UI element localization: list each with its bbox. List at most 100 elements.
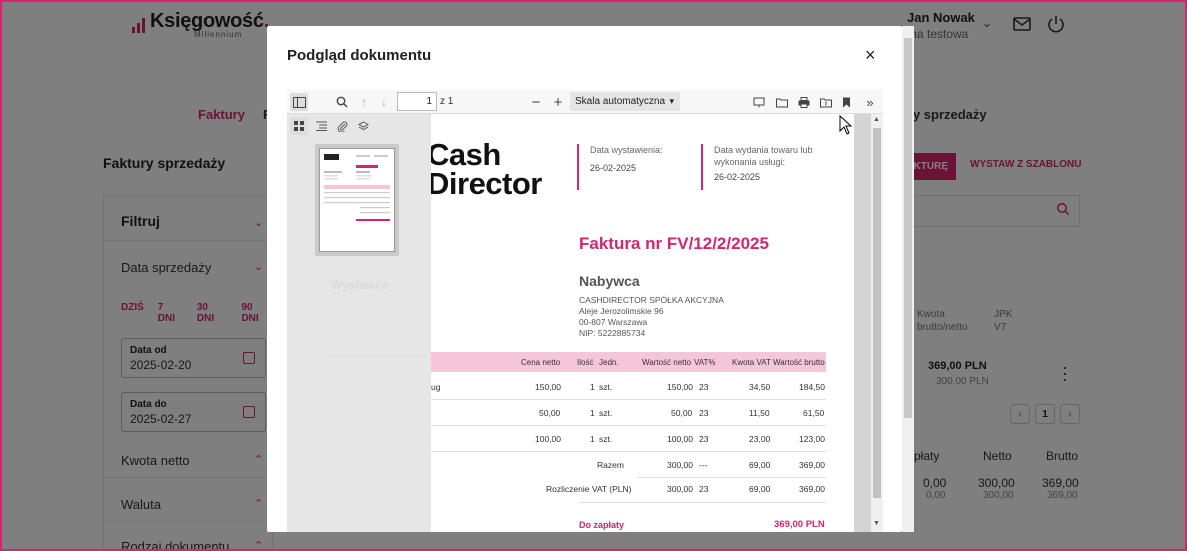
modal-title: Podgląd dokumentu — [287, 47, 432, 64]
buyer-line: CASHDIRECTOR SPÓŁKA AKCYJNA — [579, 295, 724, 305]
total-vat-rate: --- — [699, 460, 708, 470]
row-1-vat: 23 — [699, 382, 709, 392]
layers-tab[interactable] — [354, 117, 372, 135]
row-divider — [431, 451, 826, 452]
prev-page-button[interactable]: ↑ — [355, 93, 373, 111]
scrollbar-thumb[interactable] — [873, 128, 881, 498]
delivery-date-block: Data wydania towaru lub wykonania usługi… — [701, 144, 813, 190]
page-number-input[interactable]: 1 — [397, 92, 437, 111]
mouse-cursor-icon — [839, 115, 853, 135]
row-2-gross: 61,50 — [803, 408, 825, 418]
sidebar-tabs — [287, 114, 431, 138]
search-icon — [336, 96, 348, 108]
row-1-gross: 184,50 — [799, 382, 825, 392]
row-divider — [579, 502, 826, 503]
items-table-header: Cena netto Ilość Jedn. Wartość netto VAT… — [431, 352, 826, 372]
amount-due-label: Do zapłaty — [579, 520, 625, 530]
row-1-name: ug — [431, 382, 441, 392]
bookmark-button[interactable] — [837, 93, 855, 111]
vat-settlement-net: 300,00 — [667, 484, 693, 494]
th-net: Wartość netto — [642, 358, 692, 367]
row-divider — [637, 477, 826, 478]
total-vat-amount: 69,00 — [749, 460, 771, 470]
document-page: Cash Director Data wystawienia: 26-02-20… — [431, 114, 854, 532]
find-button[interactable] — [333, 93, 351, 111]
screen-frame: Księgowość. Millennium Jan Nowak ma test… — [0, 0, 1187, 551]
attachments-tab[interactable] — [333, 117, 351, 135]
th-qty: Ilość — [577, 358, 594, 367]
issue-date-block: Data wystawienia: 26-02-2025 — [577, 144, 663, 190]
row-2-unit: szt. — [599, 408, 613, 418]
delivery-date-label-1: Data wydania towaru lub — [714, 145, 813, 155]
th-vat: VAT% — [694, 358, 716, 367]
open-file-button[interactable] — [773, 93, 791, 111]
thumbnails-tab[interactable] — [290, 117, 308, 135]
scroll-up-icon[interactable]: ▲ — [873, 116, 880, 123]
layers-icon — [357, 120, 369, 130]
vat-settlement-rate: 23 — [699, 484, 709, 494]
download-button[interactable] — [817, 93, 835, 111]
zoom-value: Skala automatyczna — [575, 96, 666, 107]
row-divider — [431, 399, 826, 400]
vat-settlement-gross: 369,00 — [799, 484, 825, 494]
issue-date-label: Data wystawienia: — [590, 145, 663, 155]
bookmark-icon — [842, 97, 850, 107]
row-3-vat: 23 — [699, 434, 709, 444]
th-price: Cena netto — [521, 358, 561, 367]
modal-scrollbar-thumb[interactable] — [904, 38, 912, 418]
row-2-vat: 23 — [699, 408, 709, 418]
row-2-price: 50,00 — [539, 408, 561, 418]
buyer-line: 00-807 Warszawa — [579, 317, 648, 327]
row-1-unit: szt. — [599, 382, 613, 392]
delivery-date-value: 26-02-2025 — [714, 172, 761, 182]
pdf-sidebar: Wystawca — [287, 114, 431, 532]
total-gross: 369,00 — [799, 460, 825, 470]
ghost-line — [327, 356, 427, 357]
save-icon — [820, 98, 832, 107]
tools-menu-button[interactable]: » — [861, 93, 879, 111]
next-page-button[interactable]: ↓ — [375, 93, 393, 111]
document-preview-modal: Podgląd dokumentu × ↑ ↓ 1 z 1 − + Skala … — [267, 26, 902, 532]
print-icon — [798, 96, 810, 108]
row-1-qty: 1 — [590, 382, 595, 392]
list-icon — [315, 121, 327, 131]
print-button[interactable] — [795, 93, 813, 111]
zoom-in-button[interactable]: + — [549, 93, 567, 111]
logo-line1: Cash — [431, 137, 501, 172]
th-unit: Jedn. — [599, 358, 619, 367]
presentation-mode-button[interactable] — [750, 93, 768, 111]
zoom-select[interactable]: Skala automatyczna ▾ — [570, 92, 680, 111]
row-3-vat-amount: 23,00 — [749, 434, 771, 444]
modal-scrollbar[interactable] — [902, 26, 914, 532]
outline-tab[interactable] — [312, 117, 330, 135]
cashdirector-logo: Cash Director — [431, 137, 542, 201]
invoice-title: Faktura nr FV/12/2/2025 — [579, 234, 769, 253]
pdf-viewer: ↑ ↓ 1 z 1 − + Skala automatyczna ▾ » Wys… — [287, 90, 883, 532]
row-3-qty: 1 — [590, 434, 595, 444]
logo-line2: Director — [431, 166, 542, 201]
buyer-header: Nabywca — [579, 273, 640, 289]
row-1-vat-amount: 34,50 — [749, 382, 771, 392]
page-thumbnail[interactable] — [315, 144, 399, 256]
zoom-out-button[interactable]: − — [527, 93, 545, 111]
row-2-vat-amount: 11,50 — [749, 408, 770, 418]
amount-due-value: 369,00 PLN — [774, 519, 825, 530]
buyer-line: Aleje Jerozolimskie 96 — [579, 306, 664, 316]
close-button[interactable]: × — [865, 46, 876, 64]
document-area[interactable]: Cash Director Data wystawienia: 26-02-20… — [431, 114, 871, 532]
document-scrollbar[interactable]: ▲ ▼ — [871, 114, 883, 532]
row-3-unit: szt. — [599, 434, 613, 444]
sidebar-toggle-button[interactable] — [290, 93, 308, 111]
total-label: Razem — [597, 460, 624, 470]
page-count: z 1 — [440, 96, 454, 107]
chevron-down-icon: ▾ — [669, 96, 674, 106]
scroll-down-icon[interactable]: ▼ — [873, 520, 880, 527]
row-1-net: 150,00 — [667, 382, 693, 392]
seller-details-faded — [331, 300, 391, 336]
seller-header: Wystawca — [331, 278, 389, 292]
presentation-icon — [753, 97, 765, 107]
paperclip-icon — [337, 120, 347, 132]
thumbnail-preview — [324, 154, 390, 221]
delivery-date-label-2: wykonania usługi: — [714, 157, 786, 167]
row-2-net: 50,00 — [671, 408, 693, 418]
